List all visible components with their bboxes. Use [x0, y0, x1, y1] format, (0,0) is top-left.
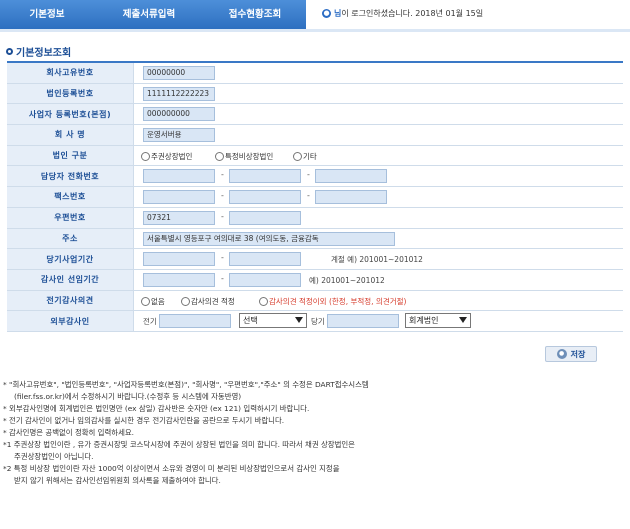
fax-label: 팩스번호 [7, 187, 134, 207]
auditor-start-input[interactable] [143, 272, 215, 287]
header-divider [0, 29, 630, 32]
note-line: *2 특정 비상장 법인이란 자산 1000억 이상이면서 소유와 경영이 미 … [3, 464, 340, 473]
fiscal-period-hint: 계절 예) 201001~201012 [331, 255, 423, 265]
note-line: * 감사인명은 공백없이 정확히 입력하세요. [3, 428, 135, 437]
phone-part1-input[interactable] [143, 169, 215, 184]
address-label: 주소 [7, 228, 134, 249]
auditor-period-hint: 예) 201001~201012 [309, 275, 385, 285]
row-phone: 담당자 전화번호 - - [7, 166, 623, 188]
radio-listed[interactable]: 주권상장법인 [141, 151, 192, 162]
radio-circle-icon [181, 296, 190, 306]
auditor-period-label: 감사인 선임기간 [7, 269, 134, 290]
external-auditor-label: 외부감사인 [7, 311, 134, 331]
user-name: 님 [334, 9, 342, 18]
row-fax: 팩스번호 - - [7, 187, 623, 208]
row-address: 주소 서울특별시 영등포구 여의대로 38 (여의도동, 금융감독 [7, 228, 623, 250]
row-fiscal-period: 당기사업기간 - 계절 예) 201001~201012 [7, 249, 623, 270]
tab-basic-info[interactable]: 기본정보 [0, 0, 94, 29]
company-name-field: 운영서버용 [143, 128, 215, 143]
tab-receipt-status[interactable]: 접수현황조회 [204, 0, 306, 29]
curr-auditor-input[interactable] [327, 314, 399, 329]
save-icon: ● [556, 349, 567, 359]
address-field: 서울특별시 영등포구 여의대로 38 (여의도동, 금융감독 [143, 231, 395, 246]
prev-auditor-label: 전기 [143, 317, 157, 327]
save-button[interactable]: ● 저장 [545, 346, 597, 362]
note-line: *1 주권상장 법인이란 , 유가 증권시장및 코스닥시장에 주권이 상장된 법… [3, 440, 355, 449]
row-biz-reg-no: 사업자 등록번호(본점) 000000000 [7, 104, 623, 126]
row-company-code: 회사고유번호 00000000 [7, 63, 623, 84]
row-company-name: 회 사 명 운영서버용 [7, 125, 623, 146]
radio-circle-icon [215, 151, 224, 161]
chevron-down-icon [295, 317, 303, 324]
auditor-type-select[interactable]: 선택 [239, 313, 307, 329]
radio-opinion-unqualified[interactable]: 감사의견 적정 [181, 296, 235, 307]
postal-label: 우편번호 [7, 207, 134, 228]
prev-auditor-input[interactable] [159, 314, 231, 329]
note-line: * 외부감사인명에 회계법인은 법인명만 (ex 삼일) 감사반은 숫자만 (e… [3, 404, 310, 413]
login-status: ● 님 이 로그인하셨습니다. 2018년 01월 15일 [322, 8, 483, 19]
row-postal: 우편번호 07321 - [7, 207, 623, 229]
company-name-label: 회 사 명 [7, 125, 134, 145]
tab-bar: 기본정보 제출서류입력 접수현황조회 [0, 0, 306, 29]
note-line: * 전기 감사인이 없거나 임의감사를 실시한 경우 전기감사인란을 공란으로 … [3, 416, 285, 425]
corp-reg-no-label: 법인등록번호 [7, 83, 134, 104]
corp-type-label: 법인 구분 [7, 145, 134, 166]
corp-reg-no-field: 1111112222223 [143, 86, 215, 101]
row-external-auditor: 외부감사인 전기 선택 당기 회계법인 [7, 311, 623, 332]
row-corp-reg-no: 법인등록번호 1111112222223 [7, 83, 623, 105]
save-button-label: 저장 [570, 349, 586, 359]
fax-part2-input[interactable] [229, 190, 301, 205]
biz-reg-no-field: 000000000 [143, 107, 215, 122]
row-audit-opinion: 전기감사의견 없음 감사의견 적정 감사의견 적정이외 (한정, 부적정, 의견… [7, 290, 623, 312]
top-navigation: 기본정보 제출서류입력 접수현황조회 ● 님 이 로그인하셨습니다. 2018년… [0, 0, 630, 29]
biz-reg-no-label: 사업자 등록번호(본점) [7, 104, 134, 125]
fiscal-end-input[interactable] [229, 252, 301, 267]
note-line: 주권상장법인이 아닙니다. [14, 452, 94, 461]
phone-label: 담당자 전화번호 [7, 166, 134, 187]
radio-circle-icon [141, 296, 150, 306]
login-message: 이 로그인하셨습니다. 2018년 01월 15일 [341, 9, 484, 18]
radio-circle-icon [141, 151, 150, 161]
company-code-field: 00000000 [143, 66, 215, 80]
note-line: * "회사고유번호", "법인등록번호", "사업자등록번호(본점)", "회사… [3, 380, 369, 389]
radio-circle-icon [293, 151, 302, 161]
row-auditor-period: 감사인 선임기간 - 예) 201001~201012 [7, 269, 623, 291]
company-code-label: 회사고유번호 [7, 63, 134, 83]
section-title: 기본정보조회 [6, 44, 71, 59]
section-title-text: 기본정보조회 [16, 48, 72, 59]
audit-opinion-label: 전기감사의견 [7, 290, 134, 311]
curr-auditor-label: 당기 [311, 317, 325, 327]
note-line: (filer.fss.or.kr)에서 수정하시기 바랍니다.(수정후 등 시스… [14, 392, 242, 401]
fax-part3-input[interactable] [315, 190, 387, 205]
auditor-end-input[interactable] [229, 272, 301, 287]
fax-part1-input[interactable] [143, 190, 215, 205]
fiscal-period-label: 당기사업기간 [7, 249, 134, 269]
phone-part2-input[interactable] [229, 169, 301, 184]
radio-specific-unlisted[interactable]: 특정비상장법인 [215, 151, 273, 162]
user-icon: ● [322, 9, 331, 18]
row-corp-type: 법인 구분 주권상장법인 특정비상장법인 기타 [7, 145, 623, 167]
radio-opinion-none[interactable]: 없음 [141, 296, 165, 307]
note-line: 받지 않기 위해서는 감사인선임위원회 의사록을 제출하여야 합니다. [14, 476, 221, 485]
phone-part3-input[interactable] [315, 169, 387, 184]
basic-info-form: 회사고유번호 00000000 법인등록번호 1111112222223 사업자… [7, 61, 623, 332]
radio-opinion-other[interactable]: 감사의견 적정이외 (한정, 부적정, 의견거절) [259, 296, 406, 307]
radio-circle-icon [259, 296, 268, 306]
bullet-icon [6, 48, 13, 55]
accounting-firm-select[interactable]: 회계법인 [405, 313, 471, 329]
notes-section: * "회사고유번호", "법인등록번호", "사업자등록번호(본점)", "회사… [3, 379, 623, 487]
postal-code-part2-field [229, 210, 301, 225]
fiscal-start-input[interactable] [143, 252, 215, 267]
postal-code-field: 07321 [143, 210, 215, 225]
radio-other[interactable]: 기타 [293, 151, 317, 162]
tab-document-submit[interactable]: 제출서류입력 [94, 0, 204, 29]
chevron-down-icon [459, 317, 467, 324]
